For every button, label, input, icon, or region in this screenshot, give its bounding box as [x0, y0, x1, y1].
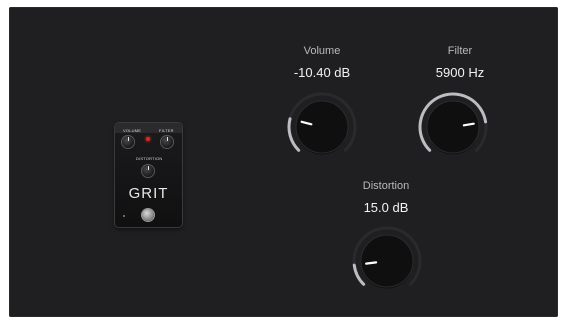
filter-knob-body	[426, 100, 480, 154]
pedal-distortion-label: DISTORTION	[136, 156, 163, 161]
volume-value[interactable]: -10.40 dB	[262, 65, 382, 80]
screenshot-stage: VOLUME FILTER DISTORTION GRIT Volume -10…	[0, 0, 567, 324]
pedal-distortion-knob	[142, 165, 154, 177]
distortion-knob[interactable]	[349, 223, 425, 299]
filter-knob-indicator	[462, 122, 475, 127]
volume-knob-body	[295, 100, 349, 154]
volume-label: Volume	[303, 45, 341, 57]
pedal-volume-knob	[122, 136, 134, 148]
plugin-panel: VOLUME FILTER DISTORTION GRIT Volume -10…	[9, 7, 558, 317]
distortion-value[interactable]: 15.0 dB	[326, 200, 446, 215]
pedal-brand-text: GRIT	[128, 185, 169, 202]
pedal-volume-label: VOLUME	[123, 128, 142, 133]
filter-value[interactable]: 5900 Hz	[400, 65, 520, 80]
pedal-footswitch	[142, 209, 154, 221]
pedal-filter-knob	[161, 136, 173, 148]
filter-knob[interactable]	[415, 89, 491, 165]
pedal-filter-label: FILTER	[159, 128, 174, 133]
grit-pedal-graphic: VOLUME FILTER DISTORTION GRIT	[115, 123, 182, 227]
volume-knob[interactable]	[284, 89, 360, 165]
pedal-led-indicator	[146, 137, 150, 141]
filter-label: Filter	[447, 45, 473, 57]
distortion-knob-indicator	[365, 261, 378, 265]
distortion-knob-body	[360, 234, 414, 288]
distortion-label: Distortion	[362, 180, 410, 192]
pedal-screw	[123, 215, 125, 217]
